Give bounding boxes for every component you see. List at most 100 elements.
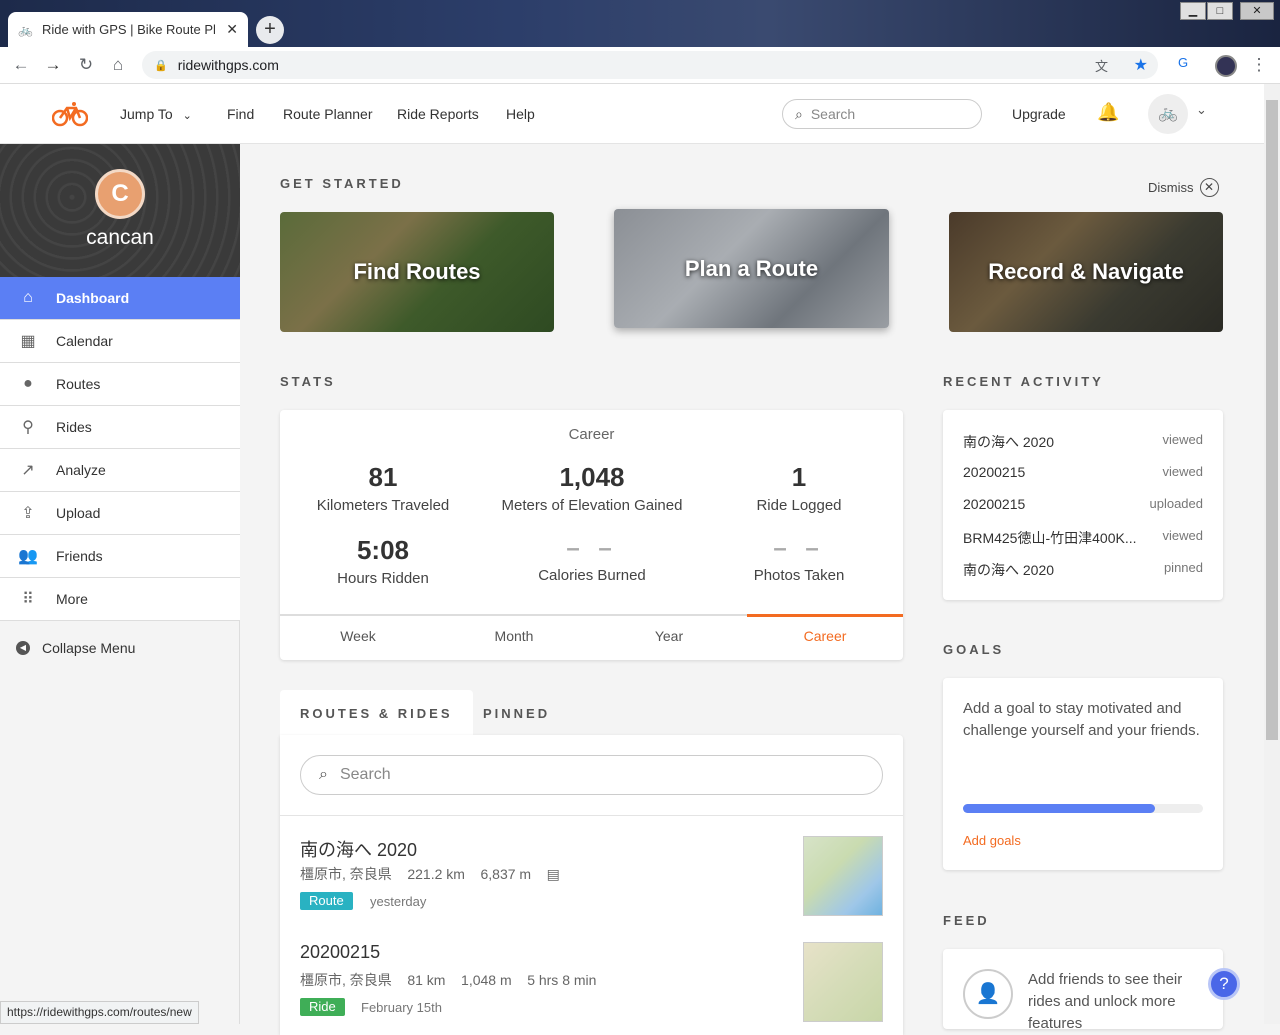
google-translate-extension-icon[interactable]: G: [1172, 55, 1194, 70]
recent-activity-item[interactable]: 南の海へ 2020 pinned: [963, 560, 1203, 580]
tab-routes-rides[interactable]: ROUTES & RIDES: [280, 690, 473, 735]
active-tab-indicator: [747, 614, 903, 617]
record-navigate-card[interactable]: Record & Navigate: [949, 212, 1223, 332]
route-type-badge: Route: [300, 892, 353, 910]
user-menu-chevron-icon[interactable]: ⌄: [1196, 102, 1207, 118]
upload-icon: ⇪: [21, 505, 35, 522]
home-icon[interactable]: ⌂: [107, 55, 129, 75]
browser-tab-strip: 🚲 Ride with GPS | Bike Route Pl ✕ + ▁ □ …: [0, 0, 1280, 47]
sidebar-item-calendar[interactable]: ▦ Calendar: [0, 320, 240, 363]
sidebar-item-upload[interactable]: ⇪ Upload: [0, 492, 240, 535]
tab-week[interactable]: Week: [280, 628, 436, 644]
page-scrollbar[interactable]: [1264, 84, 1280, 1024]
url-field[interactable]: 🔒 ridewithgps.com 文 ★: [142, 51, 1158, 79]
recent-activity-item[interactable]: 20200215 uploaded: [963, 496, 1203, 512]
nav-help[interactable]: Help: [506, 106, 535, 122]
sidebar-item-rides[interactable]: ⚲ Rides: [0, 406, 240, 449]
user-avatar-icon[interactable]: 🚲: [1148, 94, 1188, 134]
routes-rides-panel: ⌕ Search 南の海へ 2020 橿原市, 奈良県 221.2 km 6,8…: [280, 735, 903, 1035]
plan-route-card[interactable]: Plan a Route: [614, 209, 889, 328]
tab-month[interactable]: Month: [436, 628, 592, 644]
tab-career[interactable]: Career: [747, 628, 903, 644]
ridewithgps-logo-icon[interactable]: [52, 101, 88, 127]
feed-text: Add friends to see their rides and unloc…: [1028, 971, 1183, 1029]
browser-tab[interactable]: 🚲 Ride with GPS | Bike Route Pl ✕: [8, 12, 248, 47]
feed-title: FEED: [943, 913, 990, 928]
site-header: Jump To ⌄ Find Route Planner Ride Report…: [0, 84, 1264, 144]
sidebar: C cancan ⌂ Dashboard ▦ Calendar ● Routes ⚲ R…: [0, 144, 240, 1024]
back-icon[interactable]: ←: [10, 55, 32, 75]
recent-activity-item[interactable]: 20200215 viewed: [963, 464, 1203, 480]
upgrade-link[interactable]: Upgrade: [1012, 106, 1066, 122]
recent-activity-item[interactable]: BRM425徳山-竹田津400K... viewed: [963, 528, 1203, 548]
nav-jump-to[interactable]: Jump To ⌄: [120, 106, 192, 122]
translate-icon[interactable]: 文: [1095, 56, 1108, 75]
header-search-input[interactable]: ⌕ Search: [782, 99, 982, 129]
home-icon: ⌂: [23, 289, 33, 306]
search-icon: ⌕: [319, 766, 328, 783]
sidebar-item-more[interactable]: ⠿ More: [0, 578, 240, 621]
grid-icon: ⠿: [22, 591, 34, 608]
nav-ride-reports[interactable]: Ride Reports: [397, 106, 479, 122]
url-text: ridewithgps.com: [177, 57, 279, 73]
sidebar-item-routes[interactable]: ● Routes: [0, 363, 240, 406]
tab-year[interactable]: Year: [591, 628, 747, 644]
bike-icon: ⚲: [22, 419, 34, 436]
ride-date: February 15th: [361, 1000, 442, 1015]
nav-find[interactable]: Find: [227, 106, 254, 122]
chevron-down-icon: ⌄: [182, 110, 192, 122]
favicon-bike-icon: 🚲: [18, 22, 33, 37]
reload-icon[interactable]: ↻: [75, 55, 97, 75]
feed-panel: 👤 Add friends to see their rides and unl…: [943, 949, 1223, 1029]
friends-icon: 👥: [18, 548, 38, 565]
new-tab-button[interactable]: +: [256, 16, 284, 44]
add-goals-link[interactable]: Add goals: [963, 833, 1021, 848]
calendar-icon: ▦: [20, 333, 36, 350]
bookmark-star-icon[interactable]: ★: [1134, 55, 1148, 75]
collapse-menu-button[interactable]: ◀ Collapse Menu: [16, 640, 135, 656]
ride-title[interactable]: 20200215: [300, 942, 380, 963]
dismiss-button[interactable]: Dismiss ✕: [1148, 178, 1219, 197]
help-button[interactable]: ?: [1208, 968, 1240, 1000]
sidebar-item-friends[interactable]: 👥 Friends: [0, 535, 240, 578]
find-routes-card[interactable]: Find Routes: [280, 212, 554, 332]
close-tab-icon[interactable]: ✕: [226, 21, 238, 38]
username[interactable]: cancan: [0, 226, 240, 250]
main-content: GET STARTED Dismiss ✕ Find Routes Plan a …: [240, 144, 1264, 1035]
sidebar-item-analyze[interactable]: ↗ Analyze: [0, 449, 240, 492]
stat-rides: 1 Ride Logged: [756, 462, 842, 514]
goals-title: GOALS: [943, 642, 1005, 657]
recent-activity-panel: 南の海へ 2020 viewed 20200215 viewed 20200215 u…: [943, 410, 1223, 600]
route-title[interactable]: 南の海へ 2020: [300, 836, 417, 862]
maximize-window-button[interactable]: □: [1207, 2, 1233, 20]
route-map-thumbnail[interactable]: [803, 836, 883, 916]
tab-pinned[interactable]: PINNED: [463, 690, 570, 735]
avatar[interactable]: C: [95, 169, 145, 219]
close-circle-icon: ✕: [1199, 178, 1219, 197]
notifications-bell-icon[interactable]: 🔔: [1097, 102, 1119, 123]
address-bar-area: ← → ↻ ⌂ 🔒 ridewithgps.com 文 ★ G ⋮: [0, 47, 1280, 84]
recent-activity-item[interactable]: 南の海へ 2020 viewed: [963, 432, 1203, 452]
scrollbar-thumb[interactable]: [1266, 100, 1278, 740]
browser-menu-icon[interactable]: ⋮: [1248, 55, 1270, 75]
stats-panel: Career 81 Kilometers Traveled 1,048 Meters…: [280, 410, 903, 660]
goals-progress-fill: [963, 804, 1155, 813]
lock-icon: 🔒: [154, 59, 168, 72]
forward-icon[interactable]: →: [42, 55, 64, 75]
sidebar-item-dashboard[interactable]: ⌂ Dashboard: [0, 277, 240, 320]
collapse-arrow-icon: ◀: [16, 641, 30, 655]
nav-route-planner[interactable]: Route Planner: [283, 106, 373, 122]
get-started-title: GET STARTED: [280, 176, 404, 191]
goals-text: Add a goal to stay motivated and challen…: [963, 700, 1200, 739]
routes-search-input[interactable]: ⌕ Search: [300, 755, 883, 795]
minimize-window-button[interactable]: ▁: [1180, 2, 1206, 20]
stat-elevation: 1,048 Meters of Elevation Gained: [501, 462, 683, 514]
add-friend-icon[interactable]: 👤: [963, 969, 1013, 1019]
divider: [280, 815, 903, 816]
profile-avatar-icon[interactable]: [1215, 55, 1237, 77]
ride-map-thumbnail[interactable]: [803, 942, 883, 1022]
stat-photos: – – Photos Taken: [753, 535, 845, 584]
ride-meta: 橿原市, 奈良県 81 km 1,048 m 5 hrs 8 min: [300, 972, 597, 988]
goals-panel: Add a goal to stay motivated and challen…: [943, 678, 1223, 870]
close-window-button[interactable]: ✕: [1240, 2, 1274, 20]
